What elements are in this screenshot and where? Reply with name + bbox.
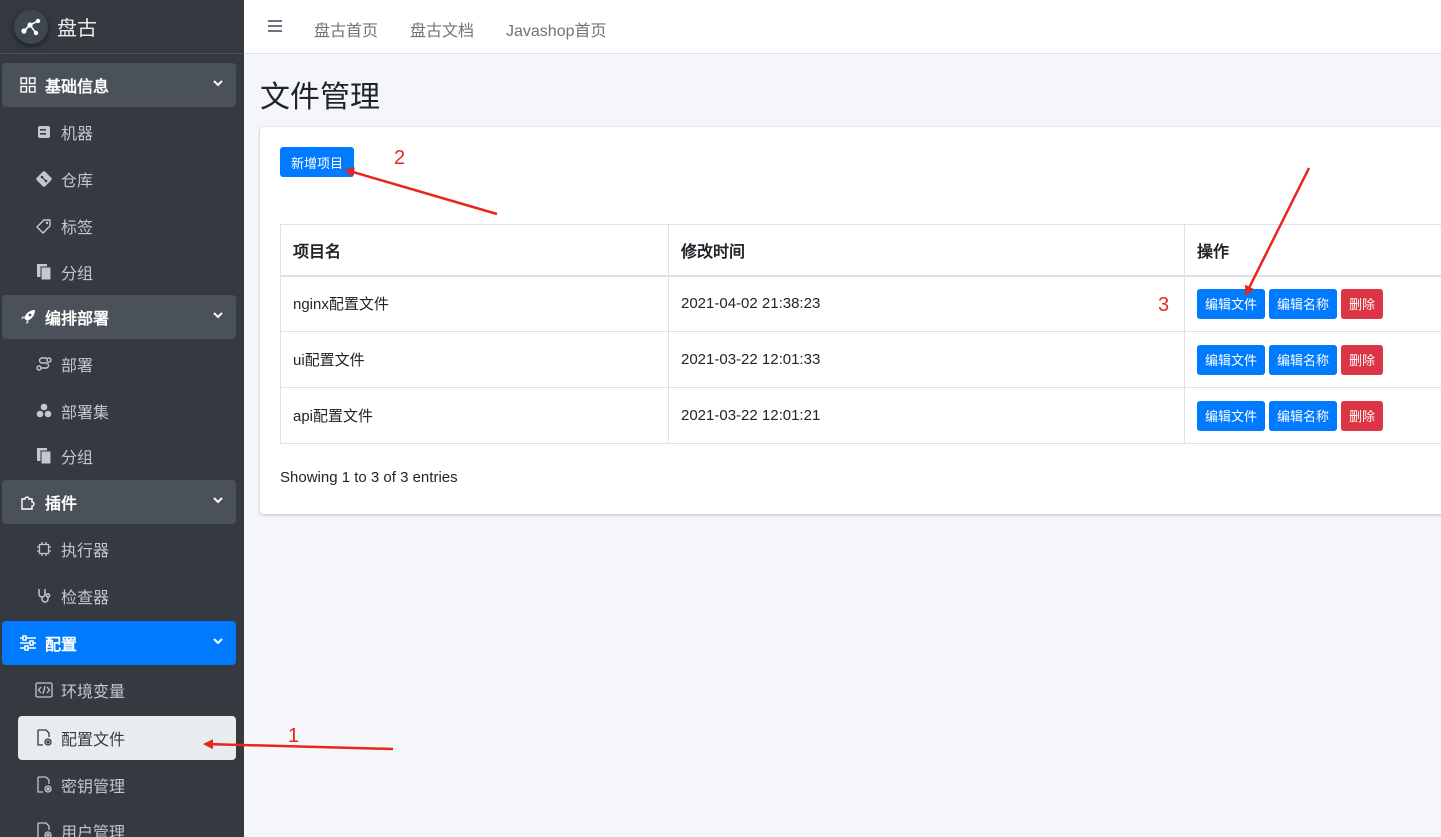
cell-name: nginx配置文件: [280, 275, 669, 332]
annotation-number-1: 1: [288, 725, 300, 747]
sidebar-item-secrets[interactable]: 密钥管理: [18, 763, 236, 807]
chevron-down-icon: [212, 634, 224, 652]
cell-time: 2021-03-22 12:01:21: [668, 387, 1185, 444]
sidebar-item-label: 配置文件: [61, 732, 126, 749]
copy-icon: [34, 446, 54, 466]
delete-button[interactable]: 删除: [1341, 344, 1384, 375]
sidebar-item-label: 部署集: [61, 405, 110, 422]
table-info: Showing 1 to 3 of 3 entries: [280, 469, 458, 486]
sidebar-item-label: 执行器: [61, 543, 110, 560]
nav-group-plugins[interactable]: 插件: [2, 480, 236, 524]
sidebar-item-label: 检查器: [61, 590, 110, 607]
annotation-number-2: 2: [394, 147, 406, 169]
sidebar-item-checker[interactable]: 检查器: [18, 574, 236, 618]
sidebar-item-label: 分组: [61, 450, 94, 467]
file-gear-icon: [34, 775, 54, 795]
page-title: 文件管理: [260, 81, 380, 114]
table-header-row: 项目名 修改时间 操作: [280, 224, 1441, 277]
annotation-number-3: 3: [1158, 294, 1170, 316]
sidebar-item-label: 密钥管理: [61, 779, 126, 796]
table-row: api配置文件 2021-03-22 12:01:21 编辑文件 编辑名称 删除: [280, 387, 1441, 444]
nav-group-basic-info[interactable]: 基础信息: [2, 63, 236, 107]
file-gear-icon: [34, 821, 54, 837]
add-project-button[interactable]: 新增项目: [280, 147, 354, 177]
edit-name-button[interactable]: 编辑名称: [1269, 344, 1338, 375]
git-icon: [34, 169, 54, 189]
cubes-icon: [34, 401, 54, 421]
chevron-down-icon: [212, 308, 224, 326]
cell-actions: 编辑文件 编辑名称 删除: [1184, 275, 1441, 332]
table-row: ui配置文件 2021-03-22 12:01:33 编辑文件 编辑名称 删除: [280, 331, 1441, 388]
nav-group-label: 配置: [45, 637, 78, 654]
chevron-down-icon: [212, 76, 224, 94]
cell-name: ui配置文件: [280, 331, 669, 388]
sidebar-item-tag[interactable]: 标签: [18, 204, 236, 248]
col-header-name[interactable]: 项目名: [280, 224, 669, 277]
copy-icon: [34, 262, 54, 282]
sidebar-item-deploy-group[interactable]: 分组: [18, 434, 236, 478]
puzzle-icon: [18, 492, 38, 512]
edit-name-button[interactable]: 编辑名称: [1269, 400, 1338, 431]
chevron-down-icon: [212, 493, 224, 511]
sidebar-item-label: 机器: [61, 126, 94, 143]
sidebar-item-label: 标签: [61, 220, 94, 237]
sidebar-item-label: 环境变量: [61, 684, 126, 701]
nav-group-label: 插件: [45, 496, 78, 513]
nav-group-label: 编排部署: [45, 311, 110, 328]
menu-icon[interactable]: [268, 19, 282, 33]
sidebar-item-label: 仓库: [61, 173, 94, 190]
top-navbar: 盘古首页 盘古文档 Javashop首页: [244, 0, 1441, 54]
topnav-link-javashop[interactable]: Javashop首页: [506, 17, 607, 41]
cell-actions: 编辑文件 编辑名称 删除: [1184, 387, 1441, 444]
cell-time: 2021-04-02 21:38:23: [668, 275, 1185, 332]
file-gear-icon: [34, 728, 54, 748]
rocket-icon: [18, 307, 38, 327]
sidebar-item-group[interactable]: 分组: [18, 250, 236, 294]
server-icon: [34, 122, 54, 142]
edit-name-button[interactable]: 编辑名称: [1269, 288, 1338, 319]
edit-file-button[interactable]: 编辑文件: [1197, 344, 1266, 375]
table-row: nginx配置文件 2021-04-02 21:38:23 编辑文件 编辑名称 …: [280, 275, 1441, 332]
col-header-time[interactable]: 修改时间: [668, 224, 1185, 277]
chip-icon: [34, 539, 54, 559]
tag-icon: [34, 216, 54, 236]
delete-button[interactable]: 删除: [1341, 288, 1384, 319]
sidebar-item-env-vars[interactable]: 环境变量: [18, 668, 236, 712]
sliders-icon: [18, 633, 38, 653]
code-file-icon: [34, 680, 54, 700]
edit-file-button[interactable]: 编辑文件: [1197, 288, 1266, 319]
sidebar-item-label: 部署: [61, 358, 94, 375]
file-list-card: 新增项目 项目名 修改时间 操作 nginx配置文件 2021-04-02 21…: [260, 127, 1441, 514]
sidebar-item-deploy-set[interactable]: 部署集: [18, 389, 236, 433]
sidebar: 盘古 基础信息 机器 仓库 标签 分组 编排部署 部署 部署集 分组 插件 执行…: [0, 0, 244, 837]
sidebar-item-deploy[interactable]: 部署: [18, 342, 236, 386]
brand[interactable]: 盘古: [0, 0, 244, 54]
sidebar-item-users[interactable]: 用户管理: [18, 809, 236, 837]
cell-actions: 编辑文件 编辑名称 删除: [1184, 331, 1441, 388]
nav-group-deploy[interactable]: 编排部署: [2, 295, 236, 339]
sidebar-item-executor[interactable]: 执行器: [18, 527, 236, 571]
edit-file-button[interactable]: 编辑文件: [1197, 400, 1266, 431]
grid-icon: [18, 75, 38, 95]
sidebar-item-label: 分组: [61, 266, 94, 283]
col-header-actions: 操作: [1184, 224, 1441, 277]
brand-name: 盘古: [57, 18, 97, 40]
brand-logo-icon: [14, 9, 48, 44]
topnav-link-docs[interactable]: 盘古文档: [410, 17, 474, 41]
nav-group-config[interactable]: 配置: [2, 621, 236, 665]
cell-name: api配置文件: [280, 387, 669, 444]
sidebar-item-machine[interactable]: 机器: [18, 110, 236, 154]
file-table: 项目名 修改时间 操作 nginx配置文件 2021-04-02 21:38:2…: [280, 224, 1441, 444]
sidebar-item-config-files[interactable]: 配置文件: [18, 716, 236, 760]
stethoscope-icon: [34, 586, 54, 606]
sidebar-item-label: 用户管理: [61, 825, 126, 837]
cell-time: 2021-03-22 12:01:33: [668, 331, 1185, 388]
nav-group-label: 基础信息: [45, 79, 110, 96]
topnav-link-home[interactable]: 盘古首页: [314, 17, 378, 41]
route-icon: [34, 354, 54, 374]
sidebar-item-repo[interactable]: 仓库: [18, 157, 236, 201]
delete-button[interactable]: 删除: [1341, 400, 1384, 431]
